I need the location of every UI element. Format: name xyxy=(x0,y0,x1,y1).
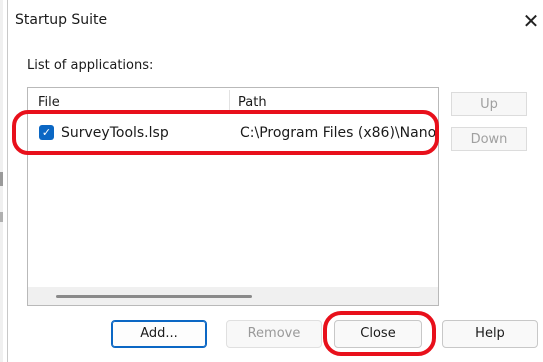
add-button[interactable]: Add... xyxy=(111,320,207,348)
startup-suite-dialog: Startup Suite ✕ List of applications: Fi… xyxy=(7,0,543,362)
scrollbar-thumb[interactable] xyxy=(56,295,252,298)
help-button[interactable]: Help xyxy=(442,320,538,348)
column-header-file[interactable]: File xyxy=(38,88,218,112)
dialog-title: Startup Suite xyxy=(15,12,108,28)
list-label: List of applications: xyxy=(27,58,154,73)
down-button[interactable]: Down xyxy=(451,127,527,151)
close-button-highlight-annotation xyxy=(323,311,436,356)
background-window-mark xyxy=(0,172,3,186)
remove-button[interactable]: Remove xyxy=(226,320,322,348)
close-icon[interactable]: ✕ xyxy=(520,8,542,34)
horizontal-scrollbar[interactable] xyxy=(28,287,438,305)
row-highlight-annotation xyxy=(12,110,439,155)
background-window-mark xyxy=(0,212,3,222)
title-bar[interactable]: Startup Suite ✕ xyxy=(8,0,543,44)
column-divider[interactable] xyxy=(229,90,230,110)
up-button[interactable]: Up xyxy=(451,92,527,116)
column-header-path[interactable]: Path xyxy=(238,88,428,112)
